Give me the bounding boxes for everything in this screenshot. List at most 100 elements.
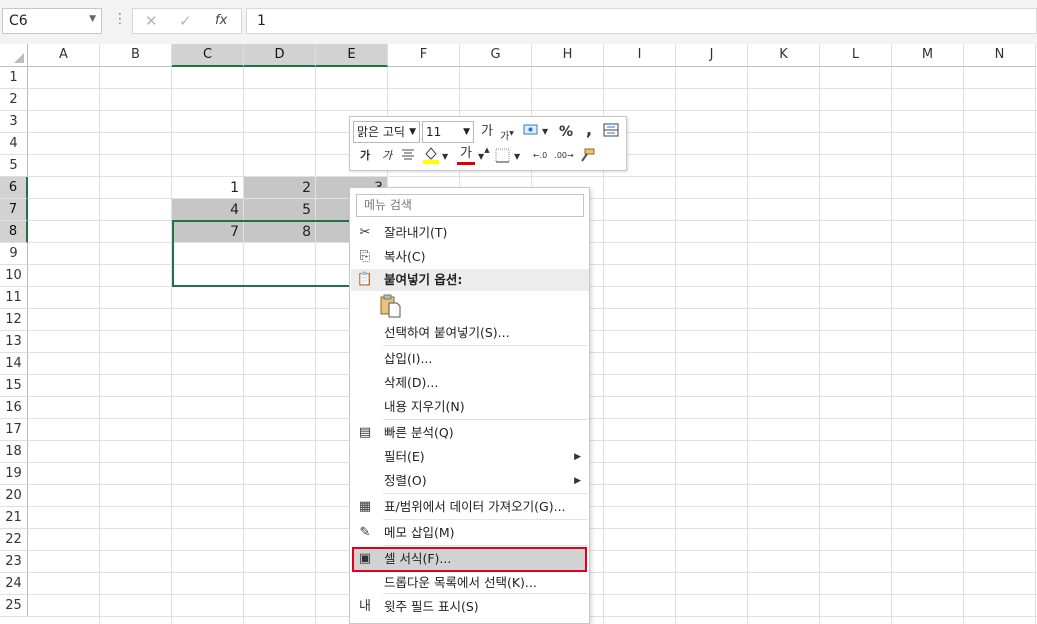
row-header-25[interactable]: 25 — [0, 595, 28, 617]
font-name-value: 맑은 고딕 — [357, 125, 405, 139]
decrease-decimal-icon[interactable]: .00→ — [554, 147, 574, 165]
menu-item-label: 빠른 분석(Q) — [384, 425, 454, 440]
row-header-18[interactable]: 18 — [0, 441, 28, 463]
row-header-10[interactable]: 10 — [0, 265, 28, 287]
row-header-20[interactable]: 20 — [0, 485, 28, 507]
row-header-22[interactable]: 22 — [0, 529, 28, 551]
menu-separator — [383, 493, 588, 494]
chevron-down-icon[interactable]: ▼ — [542, 123, 548, 141]
row-header-19[interactable]: 19 — [0, 463, 28, 485]
column-header-l[interactable]: L — [820, 44, 892, 67]
column-header-h[interactable]: H — [532, 44, 604, 67]
column-header-e[interactable]: E — [316, 44, 388, 67]
comma-style-button[interactable]: , — [584, 121, 594, 139]
column-header-c[interactable]: C — [172, 44, 244, 67]
borders-icon[interactable] — [494, 148, 510, 168]
font-color-button[interactable]: 가 — [457, 145, 475, 165]
row-header-11[interactable]: 11 — [0, 287, 28, 309]
menu-item-10[interactable]: 정렬(O) ▶ — [351, 470, 589, 492]
menu-item-13[interactable]: ▣ 셀 서식(F)... — [351, 548, 589, 570]
grid-hline — [28, 88, 1037, 89]
number-format-icon[interactable] — [522, 122, 540, 143]
row-header-5[interactable]: 5 — [0, 155, 28, 177]
shrink-font-icon[interactable]: 가▼ — [500, 125, 514, 146]
menu-item-5[interactable]: 삽입(I)... — [351, 348, 589, 370]
phonetic-icon: 내 — [359, 599, 371, 614]
vertical-dots-icon[interactable]: ⋮ — [113, 11, 127, 27]
column-header-j[interactable]: J — [676, 44, 748, 67]
bold-button[interactable]: 가 — [358, 147, 372, 165]
insert-function-icon[interactable]: fx — [215, 13, 227, 28]
menu-separator — [383, 419, 588, 420]
cell-d8[interactable]: 8 — [244, 221, 315, 242]
row-header-4[interactable]: 4 — [0, 133, 28, 155]
cell-c7[interactable]: 4 — [172, 199, 243, 220]
column-header-b[interactable]: B — [100, 44, 172, 67]
row-header-6[interactable]: 6 — [0, 177, 28, 199]
row-header-23[interactable]: 23 — [0, 551, 28, 573]
menu-item-9[interactable]: 필터(E) ▶ — [351, 446, 589, 468]
row-header-1[interactable]: 1 — [0, 67, 28, 89]
menu-item-4[interactable]: 선택하여 붙여넣기(S)... — [351, 322, 589, 344]
row-header-16[interactable]: 16 — [0, 397, 28, 419]
column-header-a[interactable]: A — [28, 44, 100, 67]
formula-value: 1 — [257, 13, 266, 29]
cell-d7[interactable]: 5 — [244, 199, 315, 220]
align-center-icon[interactable] — [400, 148, 416, 167]
column-header-k[interactable]: K — [748, 44, 820, 67]
row-header-7[interactable]: 7 — [0, 199, 28, 221]
chevron-down-icon[interactable]: ▼ — [478, 148, 484, 166]
cell-d6[interactable]: 2 — [244, 177, 315, 198]
font-name-dropdown[interactable]: 맑은 고딕 ▼ — [353, 121, 420, 143]
column-header-f[interactable]: F — [388, 44, 460, 67]
menu-item-label: 삭제(D)... — [384, 375, 439, 390]
menu-item-7[interactable]: 내용 지우기(N) — [351, 396, 589, 418]
menu-item-1[interactable]: ✂ 잘라내기(T) — [351, 222, 589, 244]
merge-center-icon[interactable] — [602, 122, 620, 143]
cell-c8[interactable]: 7 — [172, 221, 243, 242]
row-header-12[interactable]: 12 — [0, 309, 28, 331]
enter-icon[interactable]: ✓ — [179, 12, 192, 30]
row-header-8[interactable]: 8 — [0, 221, 28, 243]
chevron-down-icon[interactable]: ▼ — [442, 148, 448, 166]
column-header-g[interactable]: G — [460, 44, 532, 67]
increase-decimal-icon[interactable]: ←.0 — [530, 147, 550, 165]
chevron-down-icon[interactable]: ▼ — [89, 14, 96, 24]
fill-color-icon[interactable] — [422, 145, 440, 170]
menu-item-12[interactable]: ✎ 메모 삽입(M) — [351, 522, 589, 544]
cancel-icon[interactable]: ✕ — [145, 12, 158, 30]
menu-item-8[interactable]: ▤ 빠른 분석(Q) — [351, 422, 589, 444]
row-header-9[interactable]: 9 — [0, 243, 28, 265]
column-header-d[interactable]: D — [244, 44, 316, 67]
row-header-3[interactable]: 3 — [0, 111, 28, 133]
cell-c6[interactable]: 1 — [172, 177, 243, 198]
row-header-13[interactable]: 13 — [0, 331, 28, 353]
row-header-21[interactable]: 21 — [0, 507, 28, 529]
menu-item-6[interactable]: 삭제(D)... — [351, 372, 589, 394]
column-header-m[interactable]: M — [892, 44, 964, 67]
font-size-value: 11 — [426, 125, 442, 139]
menu-item-14[interactable]: 드롭다운 목록에서 선택(K)... — [351, 572, 589, 594]
row-header-14[interactable]: 14 — [0, 353, 28, 375]
italic-button[interactable]: 가 — [380, 147, 394, 165]
name-box[interactable]: C6 ▼ — [2, 8, 102, 34]
percent-style-button[interactable]: % — [558, 123, 574, 141]
row-header-15[interactable]: 15 — [0, 375, 28, 397]
row-header-17[interactable]: 17 — [0, 419, 28, 441]
menu-search-input[interactable]: 메뉴 검색 — [356, 194, 584, 217]
font-size-dropdown[interactable]: 11 ▼ — [422, 121, 474, 143]
column-header-n[interactable]: N — [964, 44, 1036, 67]
clipboard-icon: 📋 — [356, 272, 374, 287]
menu-item-11[interactable]: ▦ 표/범위에서 데이터 가져오기(G)... — [351, 496, 589, 518]
chevron-down-icon[interactable]: ▼ — [514, 148, 520, 166]
menu-item-15[interactable]: 내 윗주 필드 표시(S) — [351, 596, 589, 618]
menu-item-label: 선택하여 붙여넣기(S)... — [384, 325, 510, 340]
row-header-2[interactable]: 2 — [0, 89, 28, 111]
row-header-24[interactable]: 24 — [0, 573, 28, 595]
format-painter-icon[interactable] — [578, 147, 596, 168]
select-all-button[interactable] — [0, 44, 28, 67]
paste-option-icon[interactable] — [380, 294, 402, 318]
column-header-i[interactable]: I — [604, 44, 676, 67]
formula-input[interactable]: 1 — [246, 8, 1037, 34]
menu-item-2[interactable]: ⎘ 복사(C) — [351, 246, 589, 268]
